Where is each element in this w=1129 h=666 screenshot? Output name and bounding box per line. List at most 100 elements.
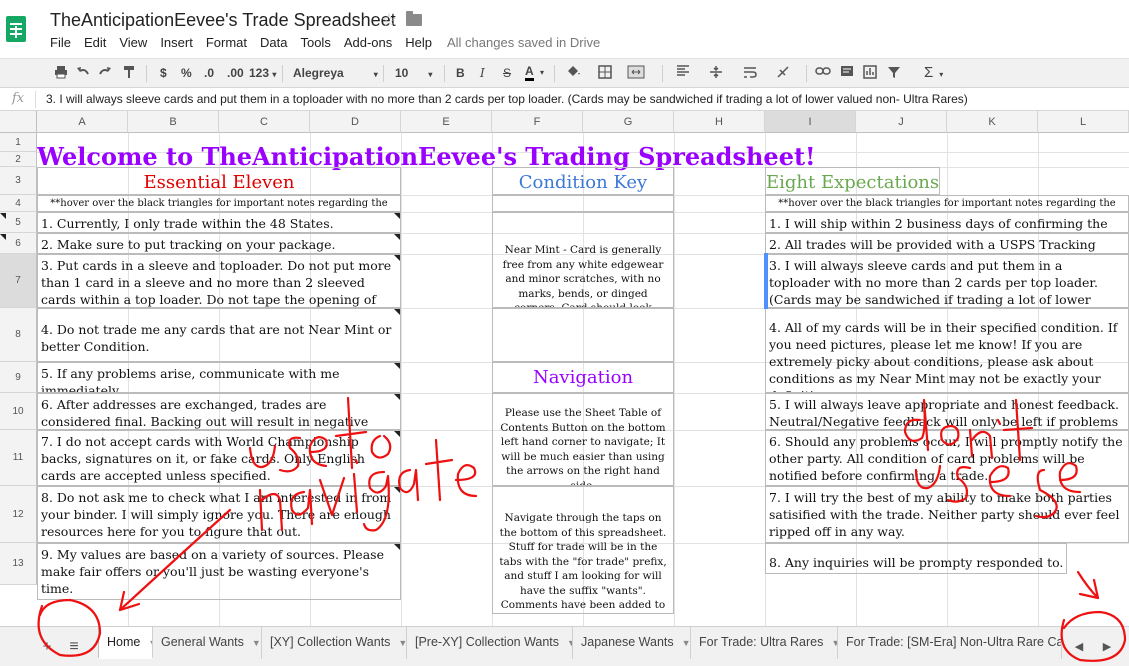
comment-indicator-icon[interactable]: [394, 234, 400, 240]
essential-rule-4[interactable]: 4. Do not trade me any cards that are no…: [37, 308, 401, 362]
row-header-13[interactable]: 13: [0, 543, 37, 585]
add-sheet-button[interactable]: +: [36, 636, 58, 658]
row-header-10[interactable]: 10: [0, 393, 37, 430]
text-rotation-icon[interactable]: [776, 65, 790, 83]
menu-data[interactable]: Data: [260, 35, 287, 50]
navigation-text-2[interactable]: Navigate through the taps on the bottom …: [492, 486, 674, 614]
strikethrough-button[interactable]: S: [503, 65, 511, 81]
functions-button[interactable]: Σ ▾: [924, 65, 943, 83]
borders-icon[interactable]: [598, 65, 612, 83]
currency-button[interactable]: $: [160, 65, 167, 81]
sheet-tab-3[interactable]: [XY] Collection Wants ▼: [262, 627, 407, 659]
column-header-l[interactable]: L: [1038, 111, 1129, 133]
essential-eleven-title[interactable]: Essential Eleven: [37, 167, 401, 195]
essential-rule-7[interactable]: 7. I do not accept cards with World Cham…: [37, 430, 401, 486]
italic-button[interactable]: I: [480, 65, 485, 81]
bold-button[interactable]: B: [456, 65, 465, 81]
expectation-rule-7[interactable]: 7. I will try the best of my ability to …: [765, 486, 1129, 543]
expectation-rule-6[interactable]: 6. Should any problems occur, I will pro…: [765, 430, 1129, 486]
menu-help[interactable]: Help: [405, 35, 432, 50]
row-header-4[interactable]: 4: [0, 195, 37, 212]
condition-key-text[interactable]: Near Mint - Card is generally free from …: [492, 212, 674, 308]
folder-icon[interactable]: [406, 11, 422, 26]
row-header-9[interactable]: 9: [0, 362, 37, 393]
sheet-tab-7[interactable]: For Trade: [SM-Era] Non-Ultra Rare Cards: [838, 627, 1062, 659]
column-header-k[interactable]: K: [947, 111, 1038, 133]
document-title[interactable]: TheAnticipationEevee's Trade Spreadsheet: [50, 10, 396, 31]
navigation-text-1[interactable]: Please use the Sheet Table of Contents B…: [492, 393, 674, 486]
comment-indicator-icon[interactable]: [0, 234, 6, 240]
essential-rule-3[interactable]: 3. Put cards in a sleeve and toploader. …: [37, 254, 401, 308]
comment-indicator-icon[interactable]: [394, 487, 400, 493]
redo-icon[interactable]: [98, 65, 112, 83]
more-formats-button[interactable]: 123 ▾: [249, 65, 276, 83]
menu-format[interactable]: Format: [206, 35, 247, 50]
select-all-corner[interactable]: [0, 111, 37, 133]
font-family-select[interactable]: Alegreya ▾: [293, 65, 378, 83]
tab-menu-icon[interactable]: ▼: [682, 638, 690, 648]
row-header-7[interactable]: 7: [0, 254, 37, 308]
essential-rule-9[interactable]: 9. My values are based on a variety of s…: [37, 543, 401, 600]
condition-empty-cell[interactable]: [492, 195, 674, 212]
tab-menu-icon[interactable]: ▼: [252, 638, 261, 648]
menu-view[interactable]: View: [119, 35, 147, 50]
column-header-e[interactable]: E: [401, 111, 492, 133]
expectation-rule-5[interactable]: 5. I will always leave appropriate and h…: [765, 393, 1129, 430]
column-header-j[interactable]: J: [856, 111, 947, 133]
sheet-tab-1[interactable]: Home▼: [98, 627, 153, 659]
comment-indicator-icon[interactable]: [394, 544, 400, 550]
text-wrap-icon[interactable]: [743, 65, 757, 83]
sheet-tab-5[interactable]: Japanese Wants ▼: [573, 627, 691, 659]
column-header-h[interactable]: H: [674, 111, 765, 133]
insert-link-icon[interactable]: [815, 65, 831, 81]
column-header-c[interactable]: C: [219, 111, 310, 133]
scroll-tabs-right-button[interactable]: ▶: [1096, 636, 1118, 658]
formula-input[interactable]: 3. I will always sleeve cards and put th…: [46, 92, 968, 106]
filter-icon[interactable]: [887, 65, 901, 83]
comment-indicator-icon[interactable]: [394, 363, 400, 369]
condition-empty-cell[interactable]: [492, 308, 674, 362]
menu-tools[interactable]: Tools: [300, 35, 330, 50]
essential-hover-note[interactable]: **hover over the black triangles for imp…: [37, 195, 401, 212]
fill-color-icon[interactable]: [565, 65, 581, 83]
menu-insert[interactable]: Insert: [160, 35, 193, 50]
row-header-2[interactable]: 2: [0, 152, 37, 167]
comment-indicator-icon[interactable]: [0, 213, 6, 219]
column-header-f[interactable]: F: [492, 111, 583, 133]
row-header-12[interactable]: 12: [0, 486, 37, 543]
percent-button[interactable]: %: [181, 65, 192, 81]
column-header-g[interactable]: G: [583, 111, 674, 133]
sheet-tab-4[interactable]: [Pre-XY] Collection Wants▼: [407, 627, 573, 659]
font-size-select[interactable]: 10 ▾: [395, 65, 432, 83]
row-header-3[interactable]: 3: [0, 167, 37, 195]
column-header-a[interactable]: A: [37, 111, 128, 133]
increase-decimal-button[interactable]: .00: [227, 65, 244, 81]
column-header-b[interactable]: B: [128, 111, 219, 133]
menu-addons[interactable]: Add-ons: [344, 35, 392, 50]
comment-indicator-icon[interactable]: [394, 394, 400, 400]
paint-format-icon[interactable]: [122, 65, 136, 83]
menu-file[interactable]: File: [50, 35, 71, 50]
horizontal-align-icon[interactable]: [676, 65, 690, 81]
row-header-1[interactable]: 1: [0, 133, 37, 152]
expectation-rule-2[interactable]: 2. All trades will be provided with a US…: [765, 233, 1129, 254]
essential-rule-2[interactable]: 2. Make sure to put tracking on your pac…: [37, 233, 401, 254]
sheet-tab-6[interactable]: For Trade: Ultra Rares ▼: [691, 627, 838, 659]
cell-grid[interactable]: ABCDEFGHIJKL 1 2 3 4 5 6 7 8 9 10 11 12 13 Welcome t…: [0, 111, 1129, 626]
star-icon[interactable]: ☆: [381, 10, 397, 31]
row-header-11[interactable]: 11: [0, 430, 37, 486]
sheets-logo-icon[interactable]: [6, 16, 26, 42]
row-header-8[interactable]: 8: [0, 308, 37, 362]
expectations-hover-note[interactable]: **hover over the black triangles for imp…: [765, 195, 1129, 212]
comment-indicator-icon[interactable]: [394, 213, 400, 219]
expectation-rule-4[interactable]: 4. All of my cards will be in their spec…: [765, 308, 1129, 393]
column-header-i[interactable]: I: [765, 111, 856, 133]
essential-rule-6[interactable]: 6. After addresses are exchanged, trades…: [37, 393, 401, 430]
sheet-tab-2[interactable]: General Wants ▼: [153, 627, 262, 659]
tab-menu-icon[interactable]: ▼: [398, 638, 406, 648]
comment-indicator-icon[interactable]: [394, 431, 400, 437]
vertical-align-icon[interactable]: [709, 65, 723, 83]
essential-rule-5[interactable]: 5. If any problems arise, communicate wi…: [37, 362, 401, 393]
decrease-decimal-button[interactable]: .0: [204, 65, 214, 81]
condition-key-title[interactable]: Condition Key: [492, 167, 674, 195]
